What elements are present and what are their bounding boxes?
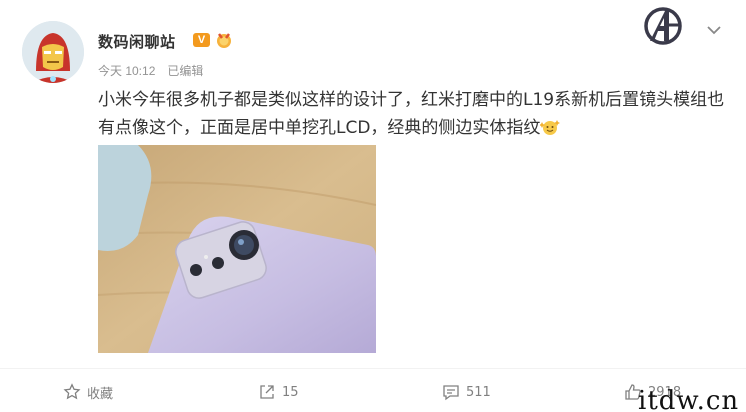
post-meta: 今天 10:12 已编辑	[98, 62, 203, 79]
forward-button[interactable]: 15	[258, 381, 299, 403]
edited-label: 已编辑	[167, 64, 204, 78]
author-name[interactable]: 数码闲聊站	[98, 31, 176, 52]
sparkle-emoji-icon	[539, 117, 561, 135]
divider	[0, 368, 746, 369]
chevron-down-icon[interactable]	[704, 20, 724, 40]
post-text-container: 小米今年很多机子都是类似这样的设计了，红米打磨中的L19系新机后置镜头模组也有点…	[98, 86, 738, 142]
iron-man-avatar-icon	[22, 21, 84, 83]
verified-badge: V	[193, 33, 210, 47]
comment-icon	[443, 385, 459, 401]
post-image[interactable]	[98, 145, 376, 353]
watermark: itdw.cn	[638, 386, 740, 412]
medal-icon	[214, 30, 234, 50]
favorite-button[interactable]: 收藏	[63, 381, 113, 403]
author-avatar[interactable]	[22, 21, 84, 83]
avengers-logo-icon	[640, 3, 686, 49]
comment-button[interactable]: 511	[442, 381, 491, 403]
post-text: 小米今年很多机子都是类似这样的设计了，红米打磨中的L19系新机后置镜头模组也有点…	[98, 90, 725, 138]
share-icon	[260, 385, 274, 399]
forward-count: 15	[282, 384, 299, 400]
weibo-post-card: 数码闲聊站 V 今天 10:12 已编辑 小米今年很多机子都是类似这样的设计了，…	[0, 0, 746, 412]
comment-count: 511	[466, 384, 491, 400]
post-time[interactable]: 今天 10:12	[98, 62, 155, 79]
favorite-label: 收藏	[87, 386, 114, 402]
star-icon	[63, 383, 81, 400]
